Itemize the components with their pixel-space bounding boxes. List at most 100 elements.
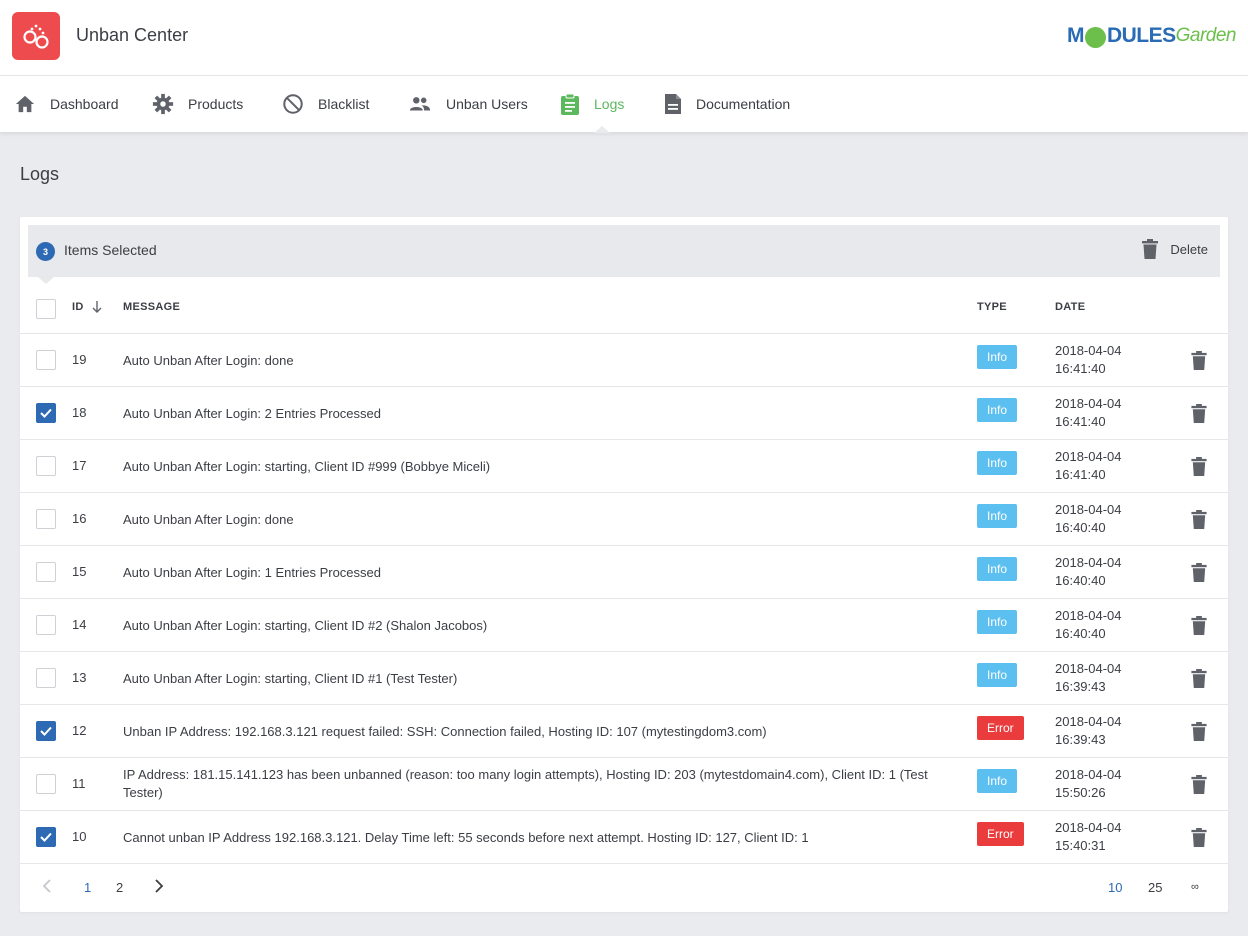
delete-selected-button[interactable]: Delete <box>1142 239 1208 259</box>
row-delete-button[interactable] <box>1191 669 1207 693</box>
table-row[interactable]: 16 Auto Unban After Login: done Info 2018-0… <box>20 493 1228 546</box>
row-delete-button[interactable] <box>1191 457 1207 481</box>
logs-table-card: 3 Items Selected Delete ID MESSAGE TYPE … <box>20 217 1228 912</box>
cell-date: 2018-04-04 16:41:40 <box>1055 395 1122 431</box>
trash-icon <box>1191 457 1207 476</box>
cell-date-time: 16:40:40 <box>1055 573 1106 588</box>
table-row[interactable]: 13 Auto Unban After Login: starting, Clie… <box>20 652 1228 705</box>
type-badge: Info <box>977 610 1018 634</box>
nav-item-documentation[interactable]: Documentation <box>664 76 790 132</box>
row-delete-button[interactable] <box>1191 775 1207 799</box>
trash-icon <box>1191 775 1207 794</box>
trash-icon <box>1142 239 1159 259</box>
nav-item-logs[interactable]: Logs <box>560 76 624 132</box>
type-badge: Info <box>977 769 1018 793</box>
cell-date-time: 16:39:43 <box>1055 732 1106 747</box>
cell-date: 2018-04-04 16:41:40 <box>1055 448 1122 484</box>
table-row[interactable]: 19 Auto Unban After Login: done Info 2018-0… <box>20 334 1228 387</box>
chevron-right-icon <box>155 879 164 893</box>
row-checkbox[interactable] <box>36 456 56 476</box>
page-1-button[interactable]: 1 <box>84 880 91 895</box>
table-row[interactable]: 14 Auto Unban After Login: starting, Clie… <box>20 599 1228 652</box>
type-badge: Info <box>977 451 1018 475</box>
table-row[interactable]: 15 Auto Unban After Login: 1 Entries Proc… <box>20 546 1228 599</box>
sort-arrow-down-icon <box>92 301 102 313</box>
column-header-date[interactable]: DATE <box>1055 301 1085 313</box>
type-badge: Info <box>977 557 1018 581</box>
nav-item-unban-users[interactable]: Unban Users <box>408 76 528 132</box>
selected-count-badge: 3 <box>36 242 55 261</box>
row-checkbox[interactable] <box>36 403 56 423</box>
checkmark-icon <box>40 408 52 418</box>
page-title: Logs <box>20 164 60 184</box>
per-page-25[interactable]: 25 <box>1148 880 1162 895</box>
row-checkbox[interactable] <box>36 350 56 370</box>
row-delete-button[interactable] <box>1191 722 1207 746</box>
cell-id: 17 <box>72 458 87 473</box>
table-row[interactable]: 10 Cannot unban IP Address 192.168.3.121.… <box>20 811 1228 864</box>
column-header-message[interactable]: MESSAGE <box>123 301 180 313</box>
row-checkbox[interactable] <box>36 509 56 529</box>
row-delete-button[interactable] <box>1191 616 1207 640</box>
row-delete-button[interactable] <box>1191 563 1207 587</box>
row-checkbox[interactable] <box>36 668 56 688</box>
chevron-left-icon <box>42 879 51 893</box>
checkmark-icon <box>40 726 52 736</box>
nav-item-dashboard[interactable]: Dashboard <box>14 76 119 132</box>
row-delete-button[interactable] <box>1191 351 1207 375</box>
cell-date: 2018-04-04 16:39:43 <box>1055 660 1122 696</box>
cell-date-time: 16:41:40 <box>1055 361 1106 376</box>
type-badge: Error <box>977 716 1024 740</box>
cell-id: 19 <box>72 352 87 367</box>
row-delete-button[interactable] <box>1191 828 1207 852</box>
row-checkbox[interactable] <box>36 827 56 847</box>
trash-icon <box>1191 404 1207 423</box>
column-header-id[interactable]: ID <box>72 301 102 313</box>
cell-id: 16 <box>72 511 87 526</box>
cell-message: Auto Unban After Login: 1 Entries Proces… <box>123 565 381 580</box>
app-header: Unban Center M DULES Garden <box>0 0 1248 76</box>
row-checkbox[interactable] <box>36 562 56 582</box>
type-badge: Info <box>977 663 1018 687</box>
cell-date-day: 2018-04-04 <box>1055 449 1122 464</box>
table-row[interactable]: 12 Unban IP Address: 192.168.3.121 reques… <box>20 705 1228 758</box>
nav-item-blacklist[interactable]: Blacklist <box>282 76 369 132</box>
trash-icon <box>1191 828 1207 847</box>
cell-id: 10 <box>72 829 87 844</box>
handcuffs-logo-icon[interactable] <box>12 12 60 60</box>
modulesgarden-logo[interactable]: M DULES Garden <box>1067 24 1237 48</box>
row-checkbox[interactable] <box>36 774 56 794</box>
cell-date: 2018-04-04 16:41:40 <box>1055 342 1122 378</box>
page-2-button[interactable]: 2 <box>116 880 123 895</box>
block-icon <box>283 94 303 114</box>
select-all-checkbox[interactable] <box>36 299 56 319</box>
cell-date: 2018-04-04 15:50:26 <box>1055 766 1122 802</box>
nav-item-products[interactable]: Products <box>152 76 243 132</box>
per-page-all[interactable]: ∞ <box>1191 881 1199 893</box>
row-checkbox[interactable] <box>36 615 56 635</box>
next-page-button[interactable] <box>154 879 164 896</box>
type-badge: Info <box>977 345 1018 369</box>
cell-message: Cannot unban IP Address 192.168.3.121. D… <box>123 830 809 845</box>
table-row[interactable]: 17 Auto Unban After Login: starting, Clie… <box>20 440 1228 493</box>
type-badge: Error <box>977 822 1024 846</box>
column-header-type[interactable]: TYPE <box>977 301 1007 313</box>
trash-icon <box>1191 616 1207 635</box>
trash-icon <box>1191 669 1207 688</box>
row-checkbox[interactable] <box>36 721 56 741</box>
trash-icon <box>1191 510 1207 529</box>
cell-date: 2018-04-04 16:40:40 <box>1055 607 1122 643</box>
row-delete-button[interactable] <box>1191 510 1207 534</box>
type-badge: Info <box>977 398 1018 422</box>
table-row[interactable]: 18 Auto Unban After Login: 2 Entries Proc… <box>20 387 1228 440</box>
per-page-10[interactable]: 10 <box>1108 880 1122 895</box>
cell-message: Unban IP Address: 192.168.3.121 request … <box>123 724 767 739</box>
cell-date-day: 2018-04-04 <box>1055 608 1122 623</box>
prev-page-button[interactable] <box>42 879 52 896</box>
row-delete-button[interactable] <box>1191 404 1207 428</box>
cell-date-day: 2018-04-04 <box>1055 502 1122 517</box>
checkmark-icon <box>40 832 52 842</box>
cell-id: 12 <box>72 723 87 738</box>
table-row[interactable]: 11 IP Address: 181.15.141.123 has been un… <box>20 758 1228 811</box>
main-nav: Dashboard Products Blacklist Unban Users… <box>0 76 1248 132</box>
